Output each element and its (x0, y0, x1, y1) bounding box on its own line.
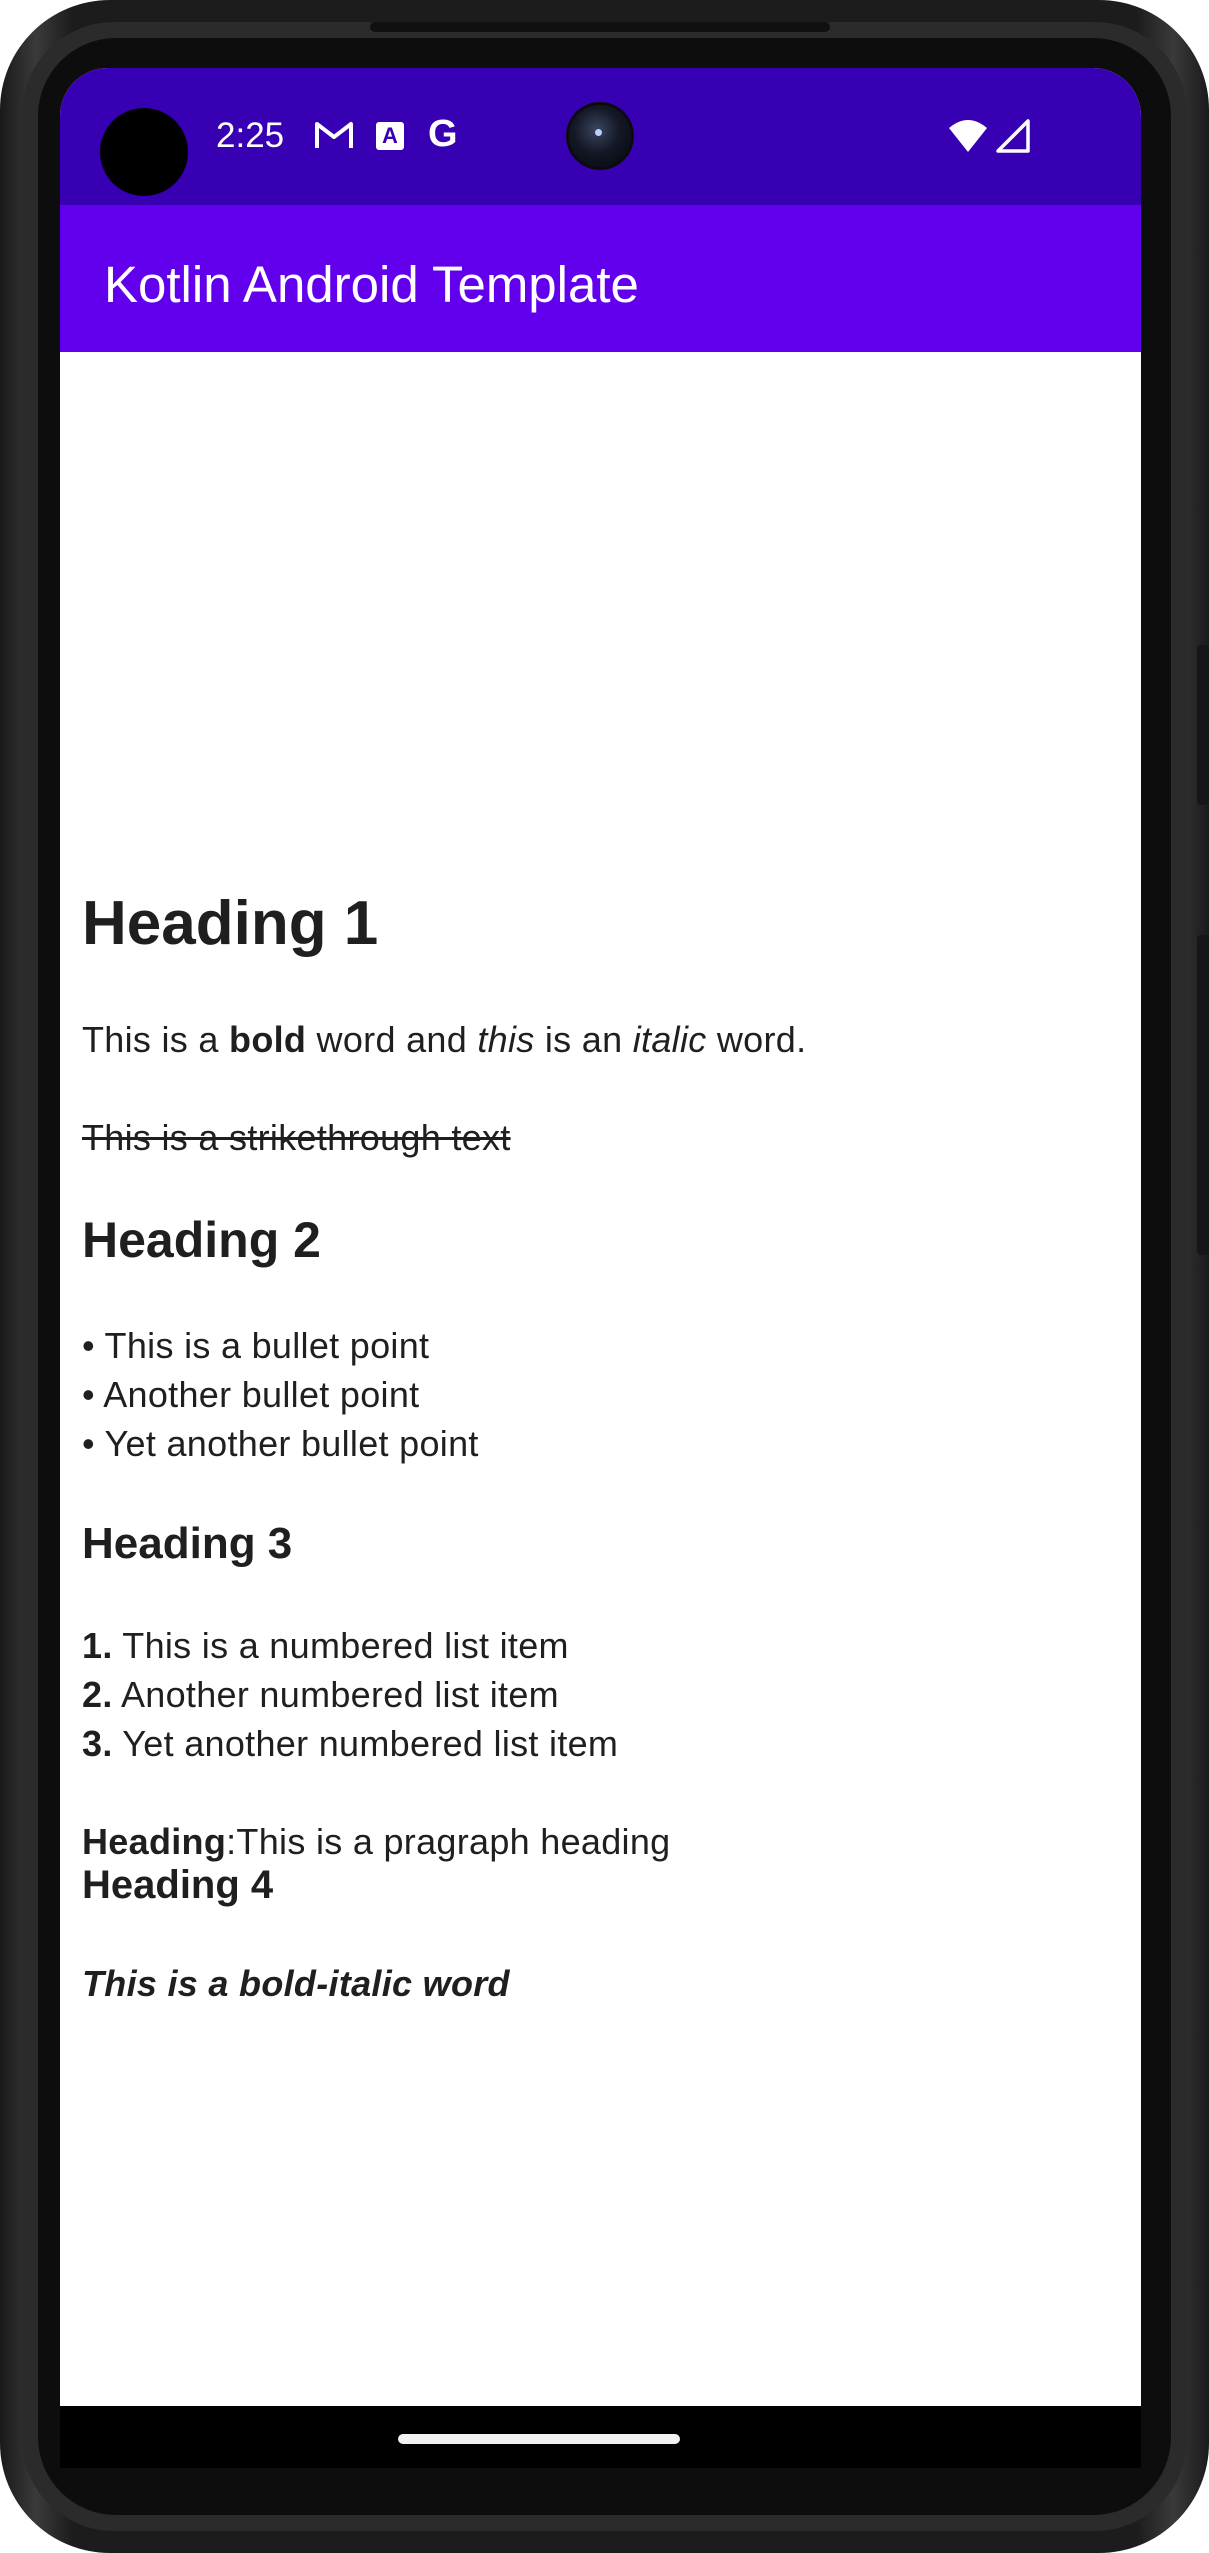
bullet-item: • This is a bullet point (82, 1325, 430, 1366)
item-number: 2. (82, 1674, 113, 1715)
numbered-item: 1. This is a numbered list item (82, 1622, 569, 1670)
bold-italic-text: This is a bold-italic word (82, 1963, 510, 2004)
heading-1: Heading 1 (82, 889, 379, 958)
formatted-paragraph: This is a bold word and this is an itali… (82, 1016, 806, 1064)
gmail-icon (314, 120, 354, 150)
front-camera-icon (569, 105, 631, 167)
speaker-slot (370, 22, 830, 32)
cellular-signal-icon (995, 118, 1031, 154)
power-button[interactable] (1197, 645, 1209, 805)
item-text: Another numbered list item (112, 1674, 559, 1715)
home-indicator[interactable] (398, 2434, 680, 2444)
numbered-item: 2. Another numbered list item (82, 1671, 559, 1719)
strikethrough-text: This is a strikethrough text (82, 1117, 511, 1158)
heading-3: Heading 3 (82, 1519, 293, 1568)
status-bar: 2:25 A G (60, 68, 1141, 205)
item-number: 3. (82, 1723, 113, 1764)
accessibility-a-icon: A (376, 122, 404, 150)
paragraph-text: word and (306, 1019, 478, 1060)
app-bar: Kotlin Android Template (60, 205, 1141, 352)
heading-4: Heading 4 (82, 1863, 274, 1907)
volume-button[interactable] (1197, 935, 1209, 1255)
numbered-item: 3. Yet another numbered list item (82, 1720, 618, 1768)
paragraph-heading: Heading:This is a pragraph heading (82, 1818, 671, 1866)
notification-dot-icon (100, 108, 188, 196)
app-title: Kotlin Android Template (104, 256, 639, 313)
google-g-icon: G (428, 113, 458, 155)
bullet-item: • Yet another bullet point (82, 1423, 479, 1464)
italic-word: this (477, 1019, 535, 1060)
item-text: Yet another numbered list item (112, 1723, 619, 1764)
bold-word: bold (229, 1019, 307, 1060)
paragraph-text: word. (706, 1019, 807, 1060)
paragraph-text: is an (534, 1019, 633, 1060)
item-number: 1. (82, 1625, 113, 1666)
heading-2: Heading 2 (82, 1212, 321, 1268)
paragraph-text: This is a (82, 1019, 230, 1060)
status-time: 2:25 (216, 116, 285, 155)
paragraph-heading-text: :This is a pragraph heading (226, 1821, 671, 1862)
phone-frame: 2:25 A G Kotlin Android Template Heading… (0, 0, 1209, 2553)
paragraph-heading-label: Heading (82, 1821, 227, 1862)
italic-word: italic (632, 1019, 707, 1060)
wifi-icon (948, 118, 988, 154)
item-text: This is a numbered list item (112, 1625, 569, 1666)
bullet-item: • Another bullet point (82, 1374, 420, 1415)
screen: 2:25 A G Kotlin Android Template Heading… (60, 68, 1141, 2468)
